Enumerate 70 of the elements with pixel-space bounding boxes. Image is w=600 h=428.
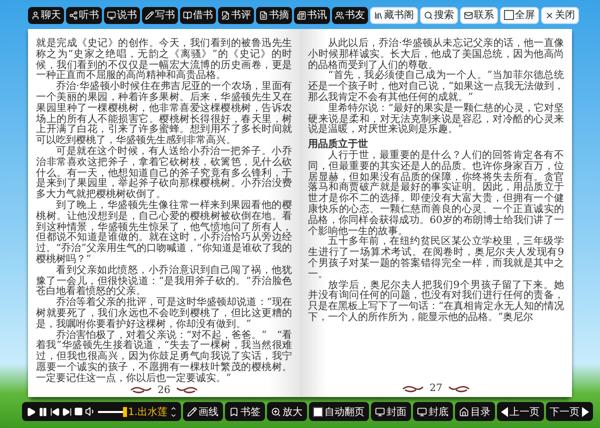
library-icon xyxy=(374,10,383,20)
ornament-icon xyxy=(402,384,424,392)
paragraph: 可是就在这个时候，有人送给小乔治一把斧子。小乔治非常喜欢这把斧子，拿着它砍树枝，砍篱笆，见什么砍什么。有一天，他想知道自己的斧子究竟有多么锋利，于是来到了果园里，举起斧子砍向那棵樱桃树。小乔治没费多大力气就把樱桃树砍倒了。 xyxy=(36,146,292,200)
paragraph: 乔治·华盛顿小时候住在弗吉尼亚的一个农场，里面有一个美丽的果园，种着许多果树。后来，华盛顿先生又在果园里种了一棵樱桃树，他非常喜爱这棵樱桃树，告诉农场上的所有人不能损害它。樱桃树长得很好，春天里，树上开满了白花，引来了许多蜜蜂。想到用不了多长时间就可以吃到樱桃了，华盛顿先生感到非常高兴。 xyxy=(36,82,292,146)
paragraph: 乔治害怕极了，对着父亲说：“对不起，爸爸。” “看着我”华盛顿先生接着说道，“失去了一棵树，我当然很难过，但我也很高兴，因为你鼓足勇气向我说了实话，我宁愿要一个诚实的孩子，不愿拥有一棵枝叶繁茂的樱桃树。一定要记住这一点，你以后也一定要诚实。” xyxy=(36,330,292,384)
toolbar-button[interactable]: 放大 xyxy=(266,402,307,421)
ornament-icon xyxy=(448,384,470,392)
person-icon xyxy=(31,10,40,20)
people-icon xyxy=(335,10,344,20)
stop-icon[interactable] xyxy=(74,407,83,416)
paragraph: 五十多年前，在纽约贫民区某公立学校里，三年级学生进行了一场算术考试。在阅卷时，奥尼尔夫人发现有9个男孩子对某一题的答案错得完全一样，而我就是其中之一。 xyxy=(308,237,564,280)
toolbar-button[interactable]: 聊天 xyxy=(28,6,64,24)
toolbar-button[interactable]: 书讯 xyxy=(294,6,330,24)
paragraph: 就是完成《史记》的创作。今天，我们看到的被鲁迅先生称之为“史家之绝唱，无韵之《离骚》”的《史记》的时候，我们看到的不仅仅是一幅宏大流博的历史画卷，更是一种正直而不屈服的高尚精神和高贵品格。 xyxy=(36,39,292,82)
share-icon xyxy=(69,10,78,20)
paragraph: 里希特尔说：“最好的果实是一颗仁慈的心灵，它对坚硬来说是柔和，对无法克制来说是容忍，对冷酷的心灵来说是温暖，对厌世来说则是乐趣。” xyxy=(308,104,564,136)
pencil-icon xyxy=(145,10,154,20)
toolbar-button[interactable]: 画线 xyxy=(182,402,223,421)
document-icon xyxy=(259,10,268,20)
previous-track-icon[interactable] xyxy=(50,406,60,416)
toolbar-button[interactable]: 听书 xyxy=(66,6,102,24)
ornament-icon xyxy=(130,386,152,394)
toolbar-button[interactable]: 关闭 xyxy=(541,6,579,24)
toolbar-button[interactable]: 写书 xyxy=(142,6,178,24)
section-heading: 用品质立于世 xyxy=(308,140,368,150)
book-icon xyxy=(183,10,192,20)
close-icon xyxy=(545,10,554,20)
search-icon xyxy=(424,10,433,20)
toolbar-button[interactable]: 联系 xyxy=(460,6,498,24)
newspaper-icon xyxy=(297,10,306,20)
pencil-icon xyxy=(186,406,197,416)
paragraph: 人行于世，最重要的是什么？人们的回答肯定各有不同，但最重要的其实还是人的品质。也许你身家百万，位居显赫，但如果没有品质的保障，你终将失去所有。贪官落马和商贾破产就是最好的事实证明。因此，用品质立于世才是你不二的选择。即使没有大富大贵，但拥有一个健康快乐的心态、一颗仁慈而善良的心灵、一个正直诚实的品格，你同样会获得成功。60岁的布朗博士给我们讲了一个影响他一生的故事。 xyxy=(308,150,564,237)
toolbar-button[interactable]: 搜索 xyxy=(420,6,458,24)
track-name: 1.出水莲 xyxy=(128,406,168,418)
toolbar-button[interactable]: 目录 xyxy=(454,402,495,421)
page-number: 27 xyxy=(430,383,442,394)
paragraph: 从此以后，乔治·华盛顿从未忘记父亲的话，他一直像小时候那样诚实。长大后，他成了美国总统，因为他高尚的品格而受到了人们的尊敬。 xyxy=(308,39,564,71)
volume-icon xyxy=(85,406,96,417)
toolbar-button[interactable]: 藏书阁 xyxy=(370,6,418,24)
play-icon[interactable] xyxy=(26,406,36,416)
toolbar-button[interactable]: 书摘 xyxy=(256,6,292,24)
toolbar-button[interactable]: 书评 xyxy=(218,6,254,24)
page-number: 26 xyxy=(158,384,170,396)
volume-slider[interactable] xyxy=(122,406,127,416)
zoom-in-icon xyxy=(270,406,281,416)
ornament-icon xyxy=(176,386,198,394)
fullscreen-checkbox[interactable]: 全屏 xyxy=(500,6,539,24)
toolbar-button[interactable]: 借书 xyxy=(180,6,216,24)
auto-flip-checkbox[interactable]: 自动翻页 xyxy=(308,402,369,421)
left-triangle-icon xyxy=(500,406,508,416)
mail-icon xyxy=(464,10,473,20)
home-icon xyxy=(458,406,469,416)
monitor-icon xyxy=(107,10,116,20)
pause-icon[interactable] xyxy=(38,406,48,416)
document-edit-icon xyxy=(221,10,230,20)
next-page-button[interactable]: 下一页 xyxy=(546,402,593,421)
toolbar-button[interactable]: 说书 xyxy=(104,6,140,24)
paragraph: 乔治等着父亲的批评，可是这时华盛顿却说道：“现在树就要死了，我们永远也不会吃到樱桃了，但比这更糟的是，我嘱咐你要看护好这棵树，你却没有做到。” xyxy=(36,298,292,330)
next-track-icon[interactable] xyxy=(62,406,72,416)
paragraph: “首先，我必须使自己成为一个人。”当加菲尔德总统还是一个孩子时，他对自己说，“如果这一点我无法做到，那么我肯定不会有其他任何的成就。” xyxy=(308,71,564,103)
toolbar-button[interactable]: 书签 xyxy=(224,402,265,421)
toolbar-button[interactable]: 封面 xyxy=(370,402,411,421)
previous-page-button[interactable]: 上一页 xyxy=(496,402,544,421)
right-triangle-icon xyxy=(582,406,589,416)
paragraph: 看到父亲如此愤怒，小乔治意识到自己闯了祸，他犹豫了一会儿，但很快说道：“是我用斧子砍的。”乔治脸色苍白地看着愤怒的父亲。 xyxy=(36,266,292,298)
bookmark-icon xyxy=(228,406,239,416)
toolbar-button[interactable]: 书友 xyxy=(332,6,368,24)
toolbar-button[interactable]: 封底 xyxy=(412,402,453,421)
paragraph: 到了晚上，华盛顿先生像往常一样来到果园看他的樱桃树。让他没想到是，自己心爱的樱桃树被砍倒在地。看到这种情景，华盛顿先生惊呆了，他气愤地问了所有人，但都说不知道是谁做的。就在这时，小乔治恰巧从旁边经过。“乔治”父亲用生气的口吻喊道，“你知道是谁砍了我的樱桃树吗？” xyxy=(36,200,292,265)
paragraph: 放学后，奥尼尔夫人把我们9个男孩子留了下来。她并没有询问任何的问题，也没有对我们进行任何的责备，只是在黑板上写下了一句话：“在真相肯定永无人知的情况下，一个人的所作所为，能显示他的品格。”奥尼尔 xyxy=(308,280,564,324)
